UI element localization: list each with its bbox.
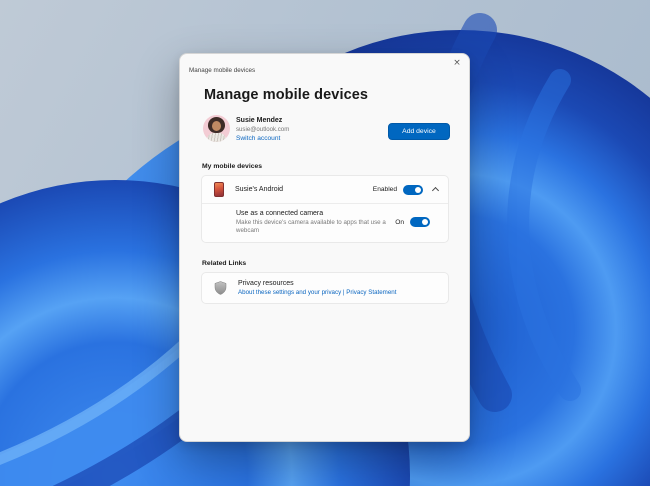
privacy-links-line: About these settings and your privacy | … bbox=[238, 289, 396, 296]
close-icon: × bbox=[453, 58, 461, 68]
privacy-resources-title: Privacy resources bbox=[238, 279, 294, 287]
device-row[interactable]: Susie's Android Enabled bbox=[202, 176, 448, 203]
add-device-button[interactable]: Add device bbox=[388, 123, 450, 140]
page-title: Manage mobile devices bbox=[204, 87, 369, 103]
dialog-titlebar[interactable]: Manage mobile devices × bbox=[180, 54, 469, 75]
manage-mobile-devices-dialog: Manage mobile devices × Manage mobile de… bbox=[179, 53, 470, 442]
camera-setting-title: Use as a connected camera bbox=[236, 210, 324, 217]
close-button[interactable]: × bbox=[450, 57, 464, 70]
privacy-shield-icon bbox=[214, 280, 227, 295]
android-phone-icon bbox=[214, 182, 224, 197]
window-title: Manage mobile devices bbox=[189, 67, 256, 74]
chevron-up-icon[interactable] bbox=[431, 186, 440, 195]
about-settings-privacy-link[interactable]: About these settings and your privacy bbox=[238, 289, 341, 296]
camera-toggle[interactable] bbox=[410, 217, 430, 228]
related-links-label: Related Links bbox=[202, 259, 247, 267]
toggle-knob bbox=[422, 219, 428, 226]
my-mobile-devices-label: My mobile devices bbox=[202, 163, 263, 170]
avatar bbox=[203, 115, 230, 142]
camera-setting-description: Make this device's camera available to a… bbox=[236, 218, 386, 234]
device-name: Susie's Android bbox=[235, 186, 284, 193]
device-status-label: Enabled bbox=[372, 186, 397, 193]
privacy-statement-link[interactable]: Privacy Statement bbox=[346, 289, 396, 296]
avatar-face bbox=[212, 121, 221, 131]
connected-camera-row: Use as a connected camera Make this devi… bbox=[202, 204, 448, 242]
devices-card: Susie's Android Enabled Use as a connect… bbox=[201, 175, 449, 243]
switch-account-link[interactable]: Switch account bbox=[236, 135, 280, 142]
camera-status-label: On bbox=[395, 218, 404, 226]
device-enabled-toggle[interactable] bbox=[403, 184, 423, 195]
account-section: Susie Mendez susie@outlook.com Switch ac… bbox=[203, 115, 450, 146]
avatar-shirt bbox=[207, 133, 226, 142]
toggle-knob bbox=[415, 186, 421, 193]
privacy-card: Privacy resources About these settings a… bbox=[201, 271, 449, 304]
